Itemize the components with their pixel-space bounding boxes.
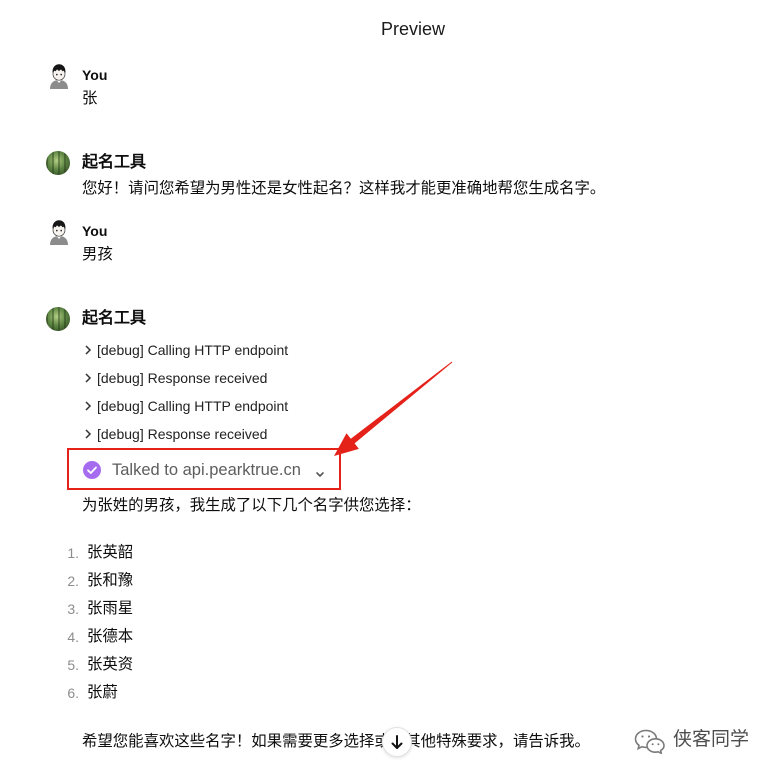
chevron-down-icon[interactable]: [315, 466, 325, 478]
list-number: 2.: [67, 573, 79, 589]
check-circle-icon: [83, 461, 101, 479]
tool-call-toggle[interactable]: Talked to api.pearktrue.cn: [112, 460, 301, 480]
list-item: 张和豫: [87, 572, 134, 589]
list-number: 5.: [67, 657, 79, 673]
author-name: 起名工具: [82, 310, 147, 327]
author-name: You: [82, 223, 108, 239]
chevron-right-icon: [85, 401, 92, 411]
arrow-down-icon: [391, 735, 403, 749]
page-title: Preview: [380, 19, 446, 39]
list-item: 张英资: [87, 656, 134, 673]
scroll-down-button[interactable]: [382, 727, 412, 757]
bot-avatar-icon: [46, 307, 70, 331]
debug-line-label: [debug] Calling HTTP endpoint: [97, 342, 289, 358]
debug-line-label: [debug] Response received: [97, 426, 268, 442]
bot-avatar-icon: [46, 151, 70, 175]
list-number: 1.: [67, 545, 79, 561]
list-number: 4.: [67, 629, 79, 645]
list-number: 3.: [67, 601, 79, 617]
debug-line-toggle[interactable]: [debug] Calling HTTP endpoint: [84, 397, 288, 415]
list-number: 6.: [67, 685, 79, 701]
watermark-text: 侠客同学: [673, 729, 750, 750]
list-item: 张蔚: [87, 684, 118, 701]
chevron-right-icon: [85, 429, 92, 439]
chevron-right-icon: [85, 373, 92, 383]
list-item: 张德本: [87, 628, 134, 645]
author-name: You: [82, 67, 108, 83]
list-item: 张雨星: [87, 600, 134, 617]
user-avatar-icon: [47, 219, 71, 250]
message-text: 希望您能喜欢这些名字！如果需要更多选择或有其他特殊要求，请告诉我。: [82, 733, 590, 750]
user-avatar-icon: [47, 63, 71, 94]
list-item: 张英韶: [87, 544, 134, 561]
debug-line-label: [debug] Response received: [97, 370, 268, 386]
message-text: 为张姓的男孩，我生成了以下几个名字供您选择：: [82, 497, 421, 514]
wechat-icon: [633, 728, 667, 755]
author-name: 起名工具: [82, 154, 147, 171]
chevron-right-icon: [85, 345, 92, 355]
debug-line-toggle[interactable]: [debug] Response received: [84, 369, 267, 387]
debug-line-toggle[interactable]: [debug] Calling HTTP endpoint: [84, 341, 288, 359]
message-text: 男孩: [82, 246, 113, 263]
message-text: 张: [82, 90, 98, 107]
debug-line-label: [debug] Calling HTTP endpoint: [97, 398, 289, 414]
debug-line-toggle[interactable]: [debug] Response received: [84, 425, 267, 443]
message-text: 您好！请问您希望为男性还是女性起名？这样我才能更准确地帮您生成名字。: [82, 180, 606, 197]
